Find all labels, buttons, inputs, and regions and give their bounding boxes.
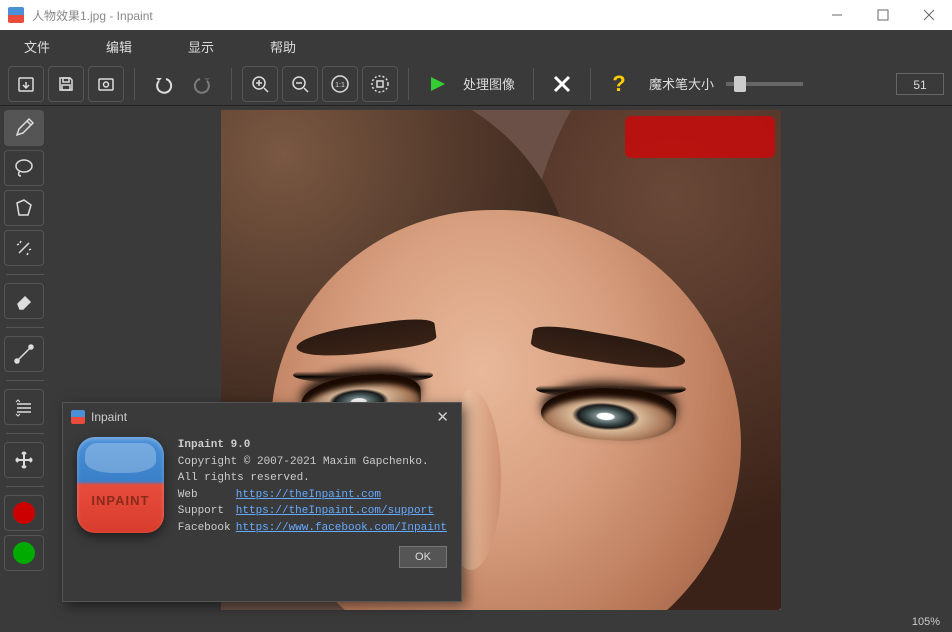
menu-file[interactable]: 文件 bbox=[6, 31, 68, 62]
save-button[interactable] bbox=[48, 66, 84, 102]
menu-help[interactable]: 帮助 bbox=[252, 31, 314, 62]
titlebar: 人物效果1.jpg - Inpaint bbox=[0, 0, 952, 30]
marker-tool[interactable] bbox=[4, 110, 44, 146]
app-icon bbox=[8, 7, 24, 23]
undo-button[interactable] bbox=[145, 66, 181, 102]
menubar: 文件 编辑 显示 帮助 bbox=[0, 30, 952, 62]
process-button[interactable] bbox=[419, 66, 455, 102]
donor-tool[interactable] bbox=[4, 389, 44, 425]
move-tool[interactable] bbox=[4, 442, 44, 478]
rights-text: All rights reserved. bbox=[178, 470, 447, 487]
redo-button[interactable] bbox=[185, 66, 221, 102]
process-label: 处理图像 bbox=[463, 74, 515, 93]
minimize-button[interactable] bbox=[814, 0, 860, 30]
menu-edit[interactable]: 编辑 bbox=[88, 31, 150, 62]
open-button[interactable] bbox=[8, 66, 44, 102]
facebook-label: Facebook bbox=[178, 520, 236, 537]
brush-size-label: 魔术笔大小 bbox=[649, 74, 714, 93]
facebook-link[interactable]: https://www.facebook.com/Inpaint bbox=[236, 520, 447, 537]
zoom-fit-button[interactable] bbox=[362, 66, 398, 102]
mask-red-button[interactable] bbox=[4, 495, 44, 531]
toolbar: 1:1 处理图像 ? 魔术笔大小 51 bbox=[0, 62, 952, 106]
zoom-actual-button[interactable]: 1:1 bbox=[322, 66, 358, 102]
support-link[interactable]: https://theInpaint.com/support bbox=[236, 503, 434, 520]
about-logo: INPAINT bbox=[77, 437, 164, 533]
line-tool[interactable] bbox=[4, 336, 44, 372]
menu-view[interactable]: 显示 bbox=[170, 31, 232, 62]
web-link[interactable]: https://theInpaint.com bbox=[236, 487, 381, 504]
close-button[interactable] bbox=[906, 0, 952, 30]
dialog-titlebar[interactable]: Inpaint ✕ bbox=[63, 403, 461, 431]
zoom-level: 105% bbox=[912, 616, 940, 628]
selection-mark bbox=[625, 116, 775, 158]
dialog-app-icon bbox=[71, 410, 85, 424]
maximize-button[interactable] bbox=[860, 0, 906, 30]
lasso-tool[interactable] bbox=[4, 150, 44, 186]
zoom-in-button[interactable] bbox=[242, 66, 278, 102]
product-name: Inpaint 9.0 bbox=[178, 439, 251, 451]
dialog-close-button[interactable]: ✕ bbox=[432, 408, 453, 426]
magic-wand-tool[interactable] bbox=[4, 230, 44, 266]
about-info: Inpaint 9.0 Copyright © 2007-2021 Maxim … bbox=[178, 437, 447, 536]
help-button[interactable]: ? bbox=[601, 66, 637, 102]
polygon-tool[interactable] bbox=[4, 190, 44, 226]
window-title: 人物效果1.jpg - Inpaint bbox=[32, 7, 814, 24]
mask-green-button[interactable] bbox=[4, 535, 44, 571]
dialog-title: Inpaint bbox=[91, 410, 127, 424]
sidebar bbox=[0, 106, 50, 612]
copyright-text: Copyright © 2007-2021 Maxim Gapchenko. bbox=[178, 454, 447, 471]
about-dialog: Inpaint ✕ INPAINT Inpaint 9.0 Copyright … bbox=[62, 402, 462, 602]
brush-size-value[interactable]: 51 bbox=[896, 73, 944, 95]
zoom-out-button[interactable] bbox=[282, 66, 318, 102]
batch-button[interactable] bbox=[88, 66, 124, 102]
support-label: Support bbox=[178, 503, 236, 520]
clear-button[interactable] bbox=[544, 66, 580, 102]
statusbar: 105% bbox=[0, 612, 952, 632]
svg-text:1:1: 1:1 bbox=[335, 82, 345, 89]
web-label: Web bbox=[178, 487, 236, 504]
brush-size-slider[interactable] bbox=[726, 82, 803, 86]
ok-button[interactable]: OK bbox=[399, 546, 447, 568]
eraser-tool[interactable] bbox=[4, 283, 44, 319]
